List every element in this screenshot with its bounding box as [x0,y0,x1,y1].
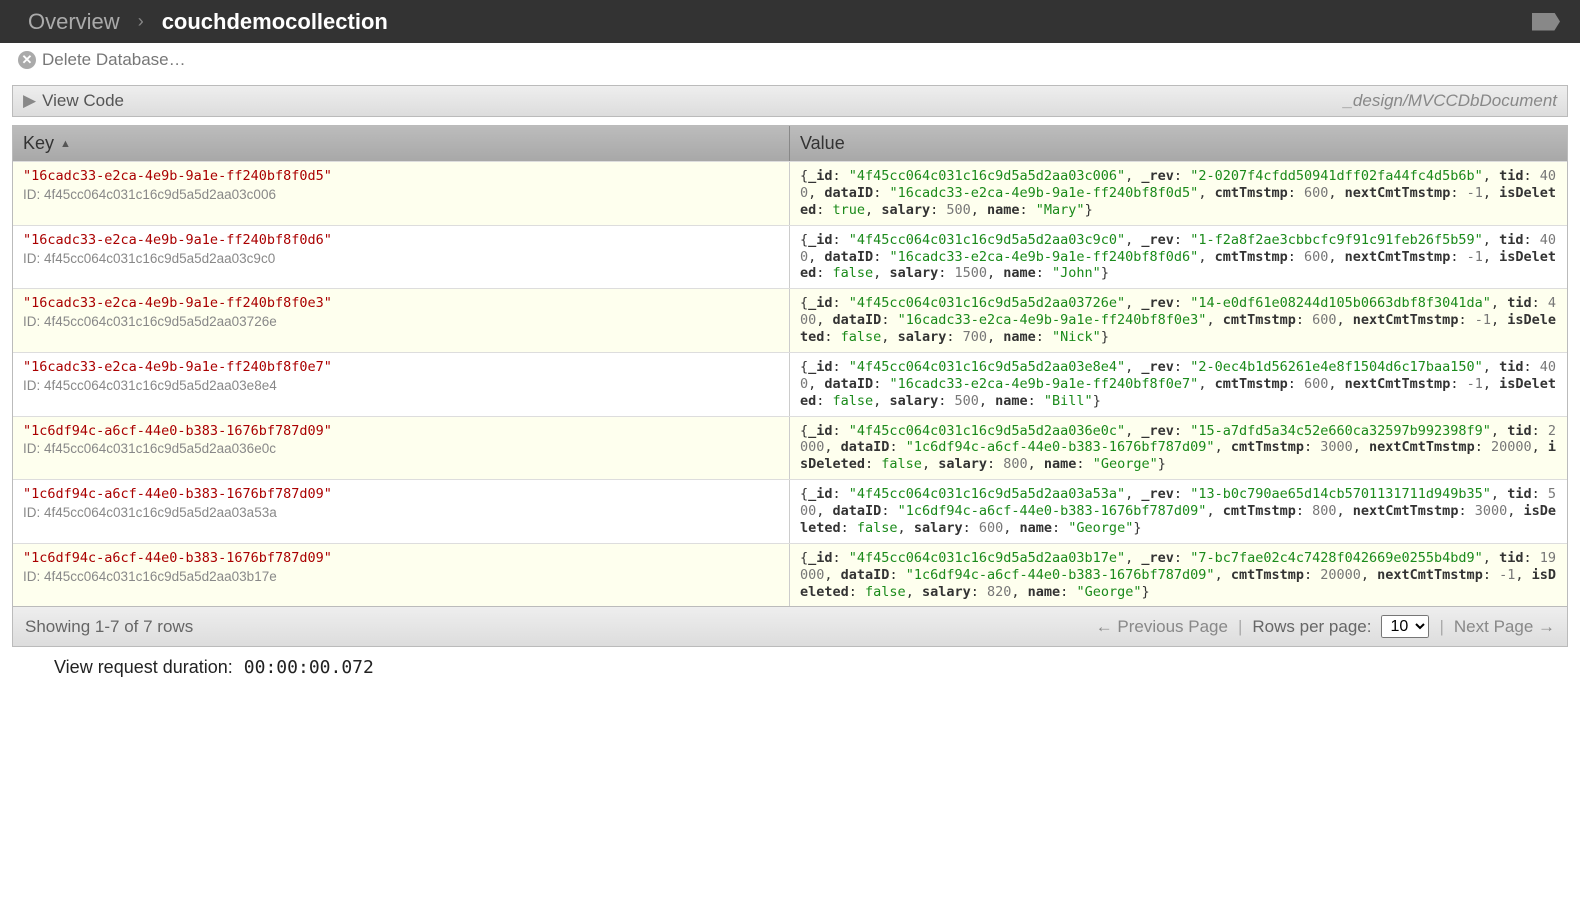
key-cell: "16cadc33-e2ca-4e9b-9a1e-ff240bf8f0d5" ID… [13,162,790,225]
value-cell: {_id: "4f45cc064c031c16c9d5a5d2aa03c9c0"… [790,226,1567,289]
column-header-value[interactable]: Value [790,126,1567,161]
key-string: "16cadc33-e2ca-4e9b-9a1e-ff240bf8f0e3" [23,295,779,312]
doc-id: ID: 4f45cc064c031c16c9d5a5d2aa03c9c0 [23,251,779,268]
key-string: "1c6df94c-a6cf-44e0-b383-1676bf787d09" [23,423,779,440]
key-cell: "1c6df94c-a6cf-44e0-b383-1676bf787d09" ID… [13,544,790,607]
duration-label: View request duration: [54,657,233,677]
value-cell: {_id: "4f45cc064c031c16c9d5a5d2aa03a53a"… [790,480,1567,543]
key-cell: "16cadc33-e2ca-4e9b-9a1e-ff240bf8f0d6" ID… [13,226,790,289]
data-grid: Key ▲ Value "16cadc33-e2ca-4e9b-9a1e-ff2… [12,125,1568,647]
grid-header: Key ▲ Value [13,126,1567,161]
close-circle-icon[interactable]: ✕ [18,51,36,69]
doc-id: ID: 4f45cc064c031c16c9d5a5d2aa03726e [23,314,779,331]
value-cell: {_id: "4f45cc064c031c16c9d5a5d2aa03726e"… [790,289,1567,352]
view-code-label: View Code [42,91,124,111]
table-row[interactable]: "16cadc33-e2ca-4e9b-9a1e-ff240bf8f0d6" ID… [13,225,1567,289]
delete-database-button[interactable]: Delete Database… [42,50,186,70]
separator: | [1439,617,1443,637]
doc-id: ID: 4f45cc064c031c16c9d5a5d2aa03c006 [23,187,779,204]
duration-value: 00:00:00.072 [244,657,374,678]
showing-label: Showing 1-7 of 7 rows [25,617,193,637]
value-cell: {_id: "4f45cc064c031c16c9d5a5d2aa03b17e"… [790,544,1567,607]
doc-id: ID: 4f45cc064c031c16c9d5a5d2aa03a53a [23,505,779,522]
table-row[interactable]: "1c6df94c-a6cf-44e0-b383-1676bf787d09"ID… [13,416,1567,480]
separator: | [1238,617,1242,637]
table-row[interactable]: "1c6df94c-a6cf-44e0-b383-1676bf787d09" ID… [13,543,1567,607]
key-cell: "1c6df94c-a6cf-44e0-b383-1676bf787d09" ID… [13,480,790,543]
doc-id: ID: 4f45cc064c031c16c9d5a5d2aa03b17e [23,569,779,586]
request-duration: View request duration: 00:00:00.072 [54,657,1580,678]
sort-asc-icon: ▲ [60,138,71,150]
table-row[interactable]: "16cadc33-e2ca-4e9b-9a1e-ff240bf8f0e3" ID… [13,288,1567,352]
previous-page-button[interactable]: ← Previous Page [1096,617,1228,637]
grid-footer: Showing 1-7 of 7 rows ← Previous Page | … [13,606,1567,646]
triangle-right-icon: ▶ [23,91,36,111]
breadcrumb-current: couchdemocollection [162,9,388,35]
key-cell: "1c6df94c-a6cf-44e0-b383-1676bf787d09"ID… [13,417,790,480]
breadcrumb-overview[interactable]: Overview [28,9,120,35]
value-cell: {_id: "4f45cc064c031c16c9d5a5d2aa03e8e4"… [790,353,1567,416]
table-row[interactable]: "16cadc33-e2ca-4e9b-9a1e-ff240bf8f0d5" ID… [13,161,1567,225]
key-string: "1c6df94c-a6cf-44e0-b383-1676bf787d09" [23,486,779,503]
column-header-key[interactable]: Key ▲ [13,126,790,161]
doc-id: ID: 4f45cc064c031c16c9d5a5d2aa036e0c [23,441,779,458]
doc-id: ID: 4f45cc064c031c16c9d5a5d2aa03e8e4 [23,378,779,395]
key-string: "16cadc33-e2ca-4e9b-9a1e-ff240bf8f0d6" [23,232,779,249]
topbar: Overview › couchdemocollection [0,0,1580,43]
view-code-bar[interactable]: ▶ View Code _design/MVCCDbDocument [12,85,1568,117]
key-cell: "16cadc33-e2ca-4e9b-9a1e-ff240bf8f0e7" ID… [13,353,790,416]
value-cell: {_id: "4f45cc064c031c16c9d5a5d2aa03c006"… [790,162,1567,225]
key-string: "16cadc33-e2ca-4e9b-9a1e-ff240bf8f0e7" [23,359,779,376]
key-string: "1c6df94c-a6cf-44e0-b383-1676bf787d09" [23,550,779,567]
next-page-button[interactable]: Next Page → [1454,617,1555,637]
design-doc-name: _design/MVCCDbDocument [1343,91,1557,111]
table-row[interactable]: "1c6df94c-a6cf-44e0-b383-1676bf787d09" ID… [13,479,1567,543]
chevron-right-icon: › [138,11,144,32]
value-cell: {_id: "4f45cc064c031c16c9d5a5d2aa036e0c"… [790,417,1567,480]
key-cell: "16cadc33-e2ca-4e9b-9a1e-ff240bf8f0e3" ID… [13,289,790,352]
column-header-key-label: Key [23,133,54,154]
rows-per-page-label: Rows per page: [1252,617,1371,637]
key-string: "16cadc33-e2ca-4e9b-9a1e-ff240bf8f0d5" [23,168,779,185]
tag-icon[interactable] [1532,13,1560,31]
toolbar: ✕ Delete Database… [0,43,1580,77]
rows-per-page-select[interactable]: 10 [1381,615,1429,638]
table-row[interactable]: "16cadc33-e2ca-4e9b-9a1e-ff240bf8f0e7" ID… [13,352,1567,416]
